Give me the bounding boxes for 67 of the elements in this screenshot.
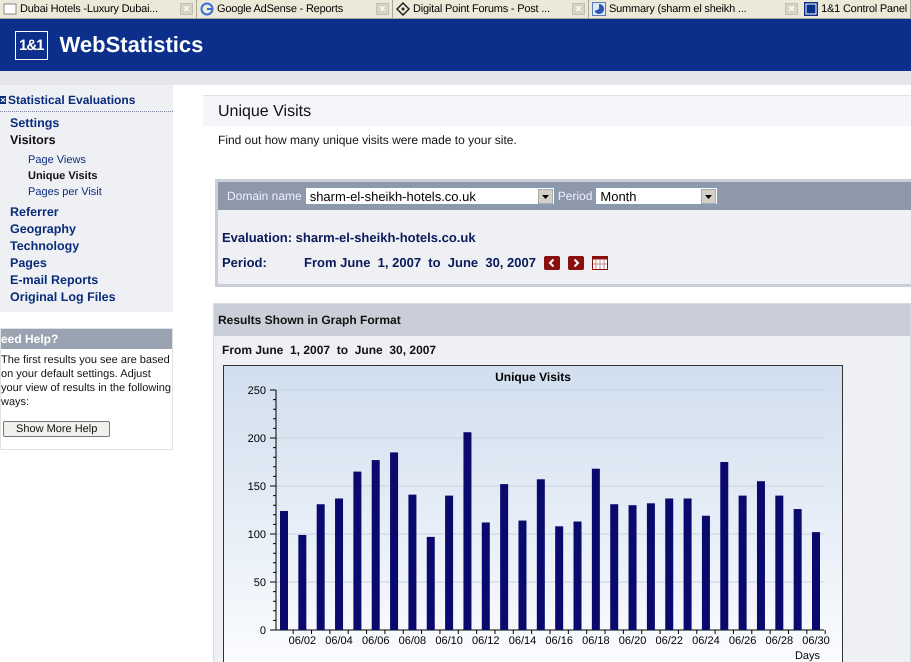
previous-icon[interactable]: [544, 256, 560, 270]
axis-label: 250: [248, 385, 266, 397]
axis-label: 06/20: [618, 635, 646, 647]
nav-item[interactable]: Pages: [0, 255, 173, 272]
nav-subitem[interactable]: Unique Visits: [0, 168, 173, 184]
browser-tab[interactable]: Dubai Hotels -Luxury Dubai...: [0, 0, 197, 18]
favicon-icon: [3, 2, 17, 16]
browser-tab[interactable]: Summary (sharm el sheikh ...: [589, 0, 802, 18]
period-label: Period:: [222, 255, 268, 270]
dropdown-field[interactable]: sharm-el-sheikh-hotels.co.uk: [304, 187, 555, 205]
nav-item[interactable]: Original Log Files: [0, 289, 173, 306]
next-icon[interactable]: [568, 256, 584, 270]
axis-label: 06/18: [582, 635, 610, 647]
axis-label: 06/30: [802, 635, 830, 647]
nav-subitem[interactable]: Pages per Visit: [0, 184, 173, 200]
favicon-icon: [804, 2, 818, 16]
axis-label: 100: [248, 529, 266, 541]
help-button[interactable]: Show More Help: [3, 421, 110, 437]
section-heading[interactable]: Statistical Evaluations: [8, 93, 136, 107]
page-title: Unique Visits: [218, 103, 312, 121]
nav-item[interactable]: Technology: [0, 238, 173, 255]
axis-title: Days: [794, 650, 820, 662]
app-title: WebStatistics: [60, 32, 204, 58]
nav-item[interactable]: Geography: [0, 221, 173, 238]
field-label: Period: [558, 189, 592, 203]
axis-label: 06/22: [655, 635, 683, 647]
browser-tab[interactable]: 1&1 Control Panel: [801, 0, 911, 18]
calendar-icon[interactable]: [592, 256, 608, 270]
evaluation-text: Evaluation: sharm-el-sheikh-hotels.co.uk: [222, 230, 476, 245]
axis-label: 06/02: [288, 635, 316, 647]
axis-label: 06/10: [435, 635, 463, 647]
nav-item[interactable]: Settings: [0, 115, 173, 132]
nav-item[interactable]: Visitors: [0, 132, 173, 149]
axis-label: 06/12: [472, 635, 500, 647]
help-text: The first results you see are based on your default settings. Adjust your view of results in the following ways:: [1, 353, 172, 409]
axis-label: 06/26: [728, 635, 756, 647]
chart-title: Unique Visits: [495, 370, 571, 384]
nav-item[interactable]: E-mail Reports: [0, 272, 173, 289]
axis-label: 50: [254, 577, 266, 589]
favicon-icon: [200, 2, 214, 16]
browser-tab[interactable]: Digital Point Forums - Post ...: [393, 0, 589, 18]
axis-label: 06/04: [325, 635, 353, 647]
dropdown-field[interactable]: Month: [595, 187, 718, 205]
field-label: Domain name: [227, 189, 302, 203]
period-value: From June 1, 2007 to June 30, 2007: [304, 255, 536, 270]
collapse-icon[interactable]: [0, 96, 6, 104]
results-title: Results Shown in Graph Format: [214, 304, 910, 336]
dropdown-arrow-icon[interactable]: [701, 188, 716, 204]
help-title: eed Help?: [1, 329, 172, 349]
axis-label: 06/06: [362, 635, 390, 647]
axis-label: 06/28: [766, 635, 794, 647]
nav-subitem[interactable]: Page Views: [0, 152, 173, 168]
favicon-icon: [396, 2, 410, 16]
axis-label: 06/24: [692, 635, 720, 647]
favicon-icon: [592, 2, 606, 16]
axis-label: 150: [248, 481, 266, 493]
axis-label: 06/14: [508, 635, 536, 647]
axis-label: 200: [248, 433, 266, 445]
logo: 1&1: [15, 30, 48, 60]
dropdown-arrow-icon[interactable]: [538, 188, 553, 204]
page-description: Find out how many unique visits were made to your site.: [218, 133, 517, 147]
axis-label: 06/08: [398, 635, 426, 647]
results-range: From June 1, 2007 to June 30, 2007: [221, 342, 438, 357]
axis-label: 06/16: [545, 635, 573, 647]
browser-tab[interactable]: Google AdSense - Reports: [197, 0, 393, 18]
nav-item[interactable]: Referrer: [0, 204, 173, 221]
axis-label: 0: [260, 625, 266, 637]
